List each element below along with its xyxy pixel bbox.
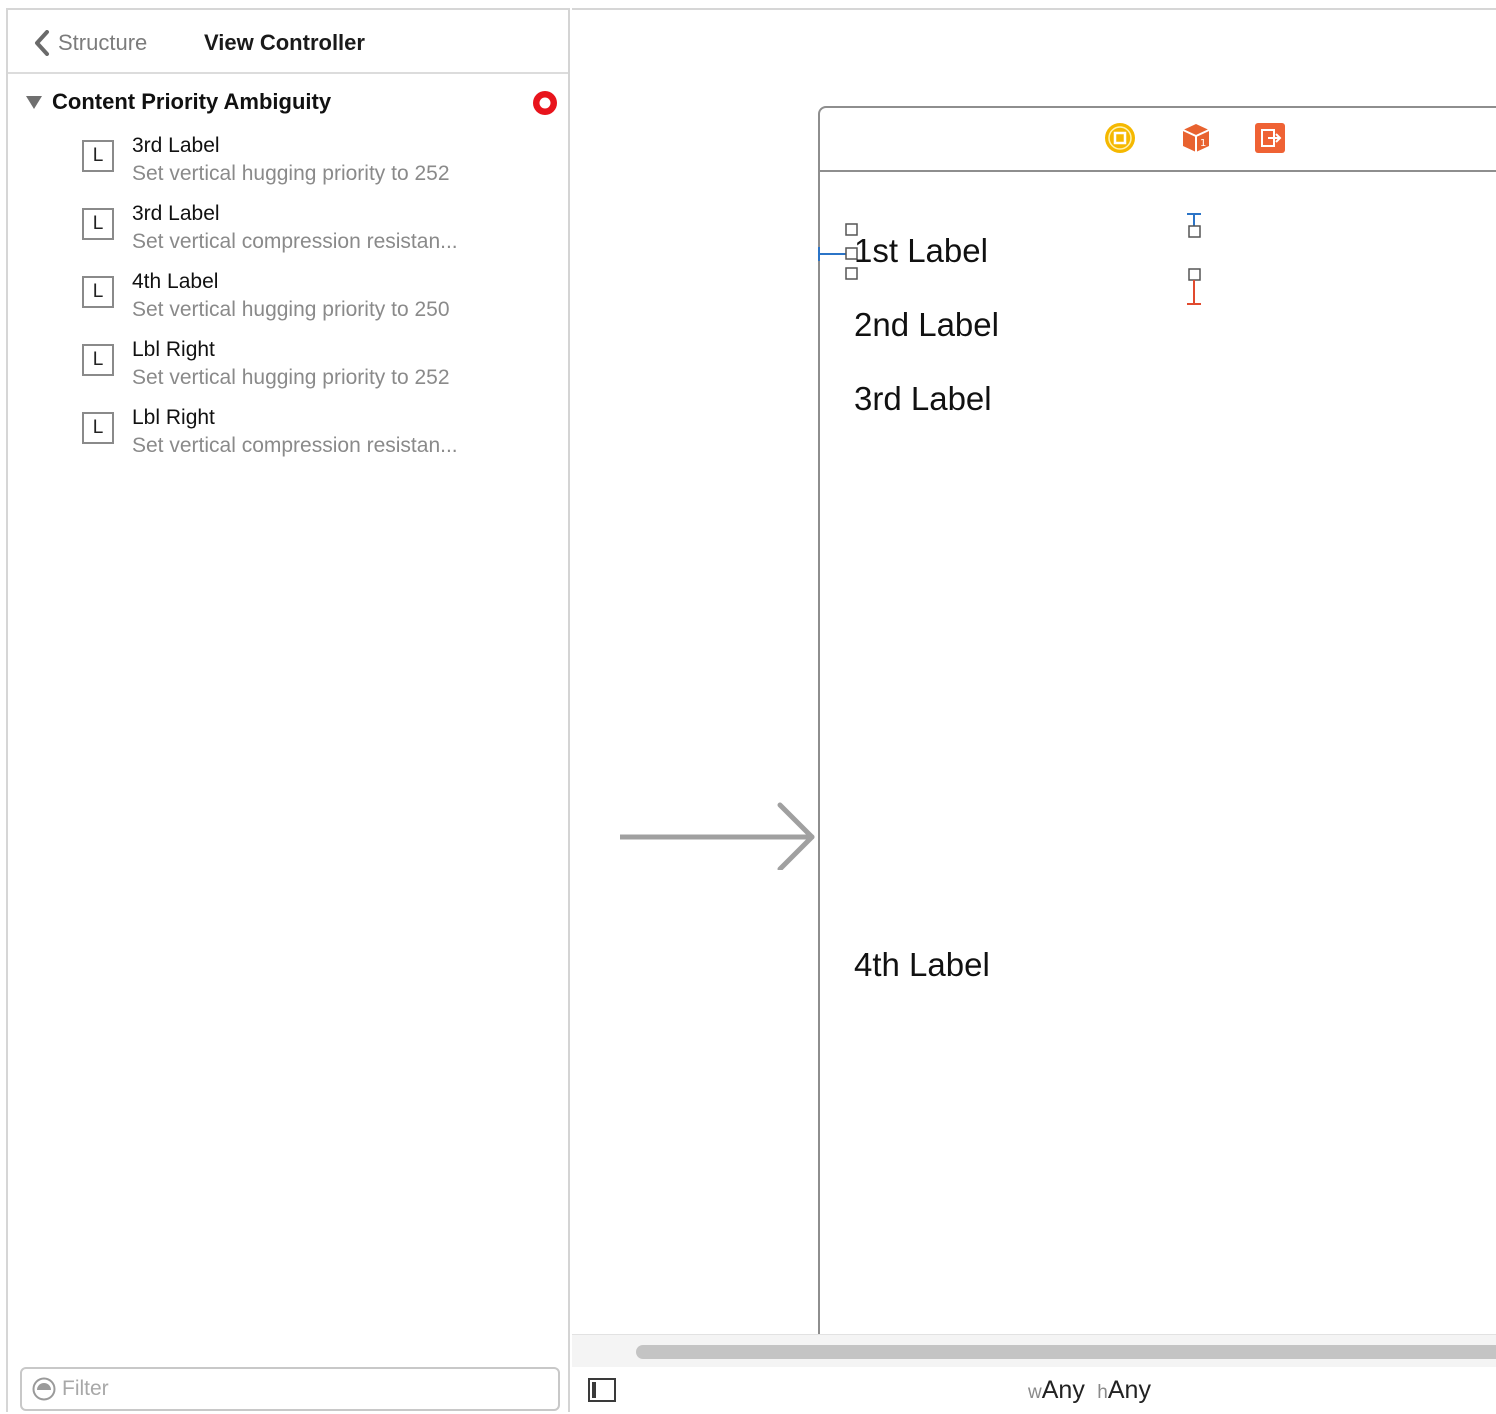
first-responder-icon[interactable]: 1 xyxy=(1180,122,1212,154)
second-label[interactable]: 2nd Label xyxy=(854,306,999,344)
height-prefix: h xyxy=(1097,1382,1108,1403)
page-title: View Controller xyxy=(204,30,365,55)
issue-row[interactable]: L 3rd Label Set vertical hugging priorit… xyxy=(8,134,568,200)
navigation-bar: Structure View Controller xyxy=(8,10,568,74)
document-outline-panel: Structure View Controller Content Priori… xyxy=(6,8,570,1412)
width-class-value: Any xyxy=(1041,1376,1085,1404)
svg-text:1: 1 xyxy=(1200,138,1206,149)
canvas-bottom-bar: wAny hAny xyxy=(572,1368,1496,1414)
issue-detail: Set vertical compression resistan... xyxy=(132,434,458,457)
width-prefix: w xyxy=(1028,1382,1042,1403)
right-label-constraints-icon[interactable] xyxy=(1182,212,1208,308)
horizontal-scrollbar[interactable] xyxy=(572,1334,1496,1367)
back-button[interactable]: Structure xyxy=(58,30,147,56)
first-label[interactable]: 1st Label xyxy=(854,232,988,270)
issue-title: 4th Label xyxy=(132,270,219,293)
issue-detail: Set vertical hugging priority to 252 xyxy=(132,162,450,185)
error-icon[interactable] xyxy=(532,90,558,116)
issue-title: Lbl Right xyxy=(132,406,215,429)
size-class-selector[interactable]: wAny hAny xyxy=(1028,1376,1151,1405)
issue-detail: Set vertical compression resistan... xyxy=(132,230,458,253)
third-label[interactable]: 3rd Label xyxy=(854,380,992,418)
issue-row[interactable]: L 4th Label Set vertical hugging priorit… xyxy=(8,270,568,336)
issue-detail: Set vertical hugging priority to 250 xyxy=(132,298,450,321)
issue-row[interactable]: L 3rd Label Set vertical compression res… xyxy=(8,202,568,268)
document-outline-toggle-icon[interactable] xyxy=(588,1378,616,1402)
issue-title: 3rd Label xyxy=(132,202,220,225)
entry-point-arrow-icon[interactable] xyxy=(620,800,820,870)
storyboard-canvas[interactable]: 1 1st Label 2nd Label 3rd Label 4th Labe… xyxy=(572,8,1496,1414)
chevron-left-icon[interactable] xyxy=(32,30,54,56)
height-class-value: Any xyxy=(1107,1376,1151,1404)
issue-row[interactable]: L Lbl Right Set vertical hugging priorit… xyxy=(8,338,568,404)
issue-row[interactable]: L Lbl Right Set vertical compression res… xyxy=(8,406,568,472)
issue-title: Lbl Right xyxy=(132,338,215,361)
label-object-icon: L xyxy=(82,344,114,376)
label-object-icon: L xyxy=(82,140,114,172)
label-object-icon: L xyxy=(82,208,114,240)
filter-icon xyxy=(32,1377,56,1401)
view-controller-scene[interactable]: 1 1st Label 2nd Label 3rd Label 4th Labe… xyxy=(818,106,1496,1346)
filter-input[interactable] xyxy=(62,1375,542,1403)
issue-detail: Set vertical hugging priority to 252 xyxy=(132,366,450,389)
exit-icon[interactable] xyxy=(1254,122,1286,154)
label-object-icon: L xyxy=(82,412,114,444)
label-object-icon: L xyxy=(82,276,114,308)
filter-bar xyxy=(20,1367,560,1411)
fourth-label[interactable]: 4th Label xyxy=(854,946,990,984)
scrollbar-thumb[interactable] xyxy=(636,1345,1496,1359)
issue-group-title: Content Priority Ambiguity xyxy=(52,89,332,114)
scene-dock: 1 xyxy=(820,108,1496,172)
issue-title: 3rd Label xyxy=(132,134,220,157)
view-controller-icon[interactable] xyxy=(1104,122,1136,154)
issue-group-header[interactable]: Content Priority Ambiguity xyxy=(24,88,564,118)
disclosure-triangle-icon[interactable] xyxy=(26,96,42,109)
